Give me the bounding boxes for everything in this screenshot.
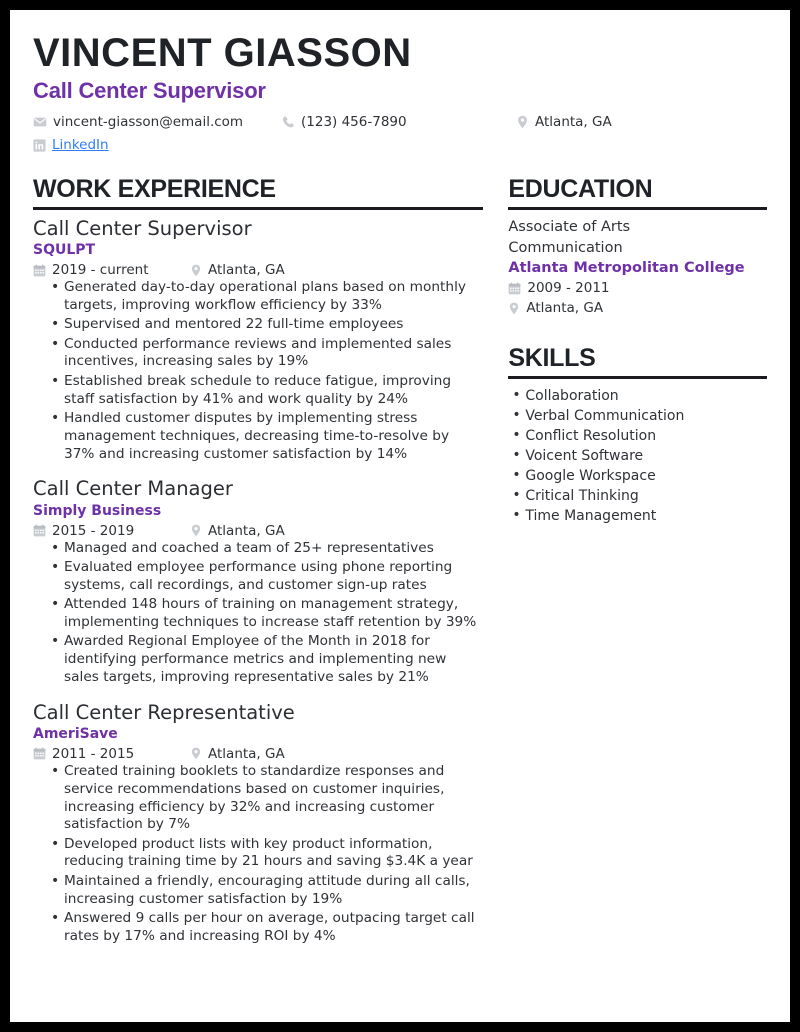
job-title: Call Center Supervisor bbox=[33, 216, 252, 240]
job-bullet: Established break schedule to reduce fat… bbox=[51, 372, 483, 409]
phone-icon bbox=[281, 115, 295, 129]
section-rule-work-experience bbox=[33, 206, 484, 210]
education-degree: Associate of Arts bbox=[508, 218, 631, 235]
education-dates-text: 2009 - 2011 bbox=[527, 280, 610, 297]
section-rule-education bbox=[508, 206, 767, 210]
calendar-icon bbox=[508, 282, 521, 295]
job-company: Simply Business bbox=[33, 502, 162, 519]
job-location: Atlanta, GA bbox=[190, 262, 285, 278]
section-title-education: EDUCATION bbox=[508, 175, 653, 204]
resume-body: WORK EXPERIENCE Call Center Supervisor S… bbox=[33, 176, 767, 947]
skills-section: SKILLS Collaboration Verbal Communicatio… bbox=[508, 345, 767, 526]
contact-location: Atlanta, GA bbox=[516, 113, 612, 132]
right-column: EDUCATION Associate of Arts Communicatio… bbox=[495, 176, 767, 947]
job-title: Call Center Representative bbox=[33, 700, 295, 724]
job-bullet-list: Created training booklets to standardize… bbox=[33, 762, 483, 946]
skill-item: Conflict Resolution bbox=[512, 425, 767, 446]
job-company: AmeriSave bbox=[33, 726, 118, 742]
resume-header: VINCENT GIASSON Call Center Supervisor v… bbox=[33, 31, 767, 155]
job-bullet: Conducted performance reviews and implem… bbox=[51, 335, 483, 372]
envelope-icon bbox=[33, 115, 47, 129]
skills-list: Collaboration Verbal Communication Confl… bbox=[508, 385, 767, 526]
job-meta: 2011 - 2015 Atlanta, GA bbox=[33, 746, 483, 762]
page-border: VINCENT GIASSON Call Center Supervisor v… bbox=[0, 0, 800, 1032]
job-location-text: Atlanta, GA bbox=[208, 262, 285, 279]
job-bullet: Generated day-to-day operational plans b… bbox=[51, 278, 483, 315]
job-location-text: Atlanta, GA bbox=[208, 745, 285, 762]
contact-row-secondary: LinkedIn bbox=[33, 136, 767, 155]
calendar-icon bbox=[33, 264, 46, 277]
job-dates-text: 2011 - 2015 bbox=[52, 745, 135, 762]
linkedin-icon bbox=[33, 138, 46, 152]
skill-item: Time Management bbox=[512, 505, 767, 526]
contact-row-primary: vincent-giasson@email.com (123) 456-7890… bbox=[33, 113, 767, 132]
job-company: SQULPT bbox=[33, 242, 96, 259]
map-pin-icon bbox=[190, 264, 202, 277]
job-meta: 2019 - current Atlanta, GA bbox=[33, 262, 483, 278]
job-bullet-list: Managed and coached a team of 25+ repres… bbox=[33, 539, 483, 687]
section-title-work-experience: WORK EXPERIENCE bbox=[33, 175, 276, 204]
job-dates-text: 2015 - 2019 bbox=[52, 522, 135, 539]
section-title-skills: SKILLS bbox=[508, 344, 596, 373]
contact-email[interactable]: vincent-giasson@email.com bbox=[33, 113, 281, 132]
contact-phone-text: (123) 456-7890 bbox=[301, 113, 407, 130]
section-rule-skills bbox=[508, 375, 767, 379]
job-dates-text: 2019 - current bbox=[52, 262, 149, 279]
skill-item: Critical Thinking bbox=[512, 485, 767, 506]
map-pin-icon bbox=[508, 302, 520, 315]
job-location: Atlanta, GA bbox=[190, 523, 285, 539]
job-bullet: Awarded Regional Employee of the Month i… bbox=[51, 632, 483, 686]
education-dates: 2009 - 2011 bbox=[508, 279, 767, 299]
map-pin-icon bbox=[190, 747, 202, 760]
job-entry: Call Center Manager Simply Business 2015… bbox=[33, 477, 483, 686]
education-location: Atlanta, GA bbox=[508, 299, 767, 319]
job-location-text: Atlanta, GA bbox=[208, 522, 285, 539]
job-title: Call Center Manager bbox=[33, 477, 233, 501]
map-pin-icon bbox=[516, 115, 529, 129]
job-bullet: Managed and coached a team of 25+ repres… bbox=[51, 539, 483, 558]
education-field: Communication bbox=[508, 239, 623, 256]
education-school: Atlanta Metropolitan College bbox=[508, 260, 745, 277]
calendar-icon bbox=[33, 524, 46, 537]
contact-linkedin-link[interactable]: LinkedIn bbox=[52, 136, 109, 155]
left-column: WORK EXPERIENCE Call Center Supervisor S… bbox=[33, 176, 495, 947]
candidate-job-title: Call Center Supervisor bbox=[33, 78, 266, 104]
job-bullet: Answered 9 calls per hour on average, ou… bbox=[51, 909, 483, 946]
contact-phone[interactable]: (123) 456-7890 bbox=[281, 113, 516, 132]
skill-item: Collaboration bbox=[512, 385, 767, 406]
job-dates: 2011 - 2015 bbox=[33, 746, 190, 762]
job-bullet: Developed product lists with key product… bbox=[51, 835, 483, 872]
map-pin-icon bbox=[190, 524, 202, 537]
contact-email-text: vincent-giasson@email.com bbox=[53, 113, 244, 130]
contact-linkedin[interactable]: LinkedIn bbox=[33, 136, 109, 155]
job-bullet: Supervised and mentored 22 full-time emp… bbox=[51, 315, 483, 334]
education-entry: Associate of Arts Communication Atlanta … bbox=[508, 217, 767, 318]
skill-item: Verbal Communication bbox=[512, 405, 767, 426]
calendar-icon bbox=[33, 747, 46, 760]
skill-item: Google Workspace bbox=[512, 465, 767, 486]
job-bullet: Evaluated employee performance using pho… bbox=[51, 558, 483, 595]
education-location-text: Atlanta, GA bbox=[526, 299, 604, 316]
candidate-name: VINCENT GIASSON bbox=[33, 31, 412, 75]
job-location: Atlanta, GA bbox=[190, 746, 285, 762]
job-bullet: Maintained a friendly, encouraging attit… bbox=[51, 872, 483, 909]
resume-page: VINCENT GIASSON Call Center Supervisor v… bbox=[10, 10, 790, 1022]
job-bullet: Handled customer disputes by implementin… bbox=[51, 409, 483, 463]
job-meta: 2015 - 2019 Atlanta, GA bbox=[33, 523, 483, 539]
job-dates: 2019 - current bbox=[33, 262, 190, 278]
skill-item: Voicent Software bbox=[512, 445, 767, 466]
job-entry: Call Center Supervisor SQULPT 2019 - cur… bbox=[33, 217, 483, 463]
job-bullet-list: Generated day-to-day operational plans b… bbox=[33, 278, 483, 463]
contact-location-text: Atlanta, GA bbox=[535, 113, 612, 130]
job-entry: Call Center Representative AmeriSave 201… bbox=[33, 701, 483, 946]
job-dates: 2015 - 2019 bbox=[33, 523, 190, 539]
job-bullet: Created training booklets to standardize… bbox=[51, 762, 483, 834]
job-bullet: Attended 148 hours of training on manage… bbox=[51, 595, 483, 632]
